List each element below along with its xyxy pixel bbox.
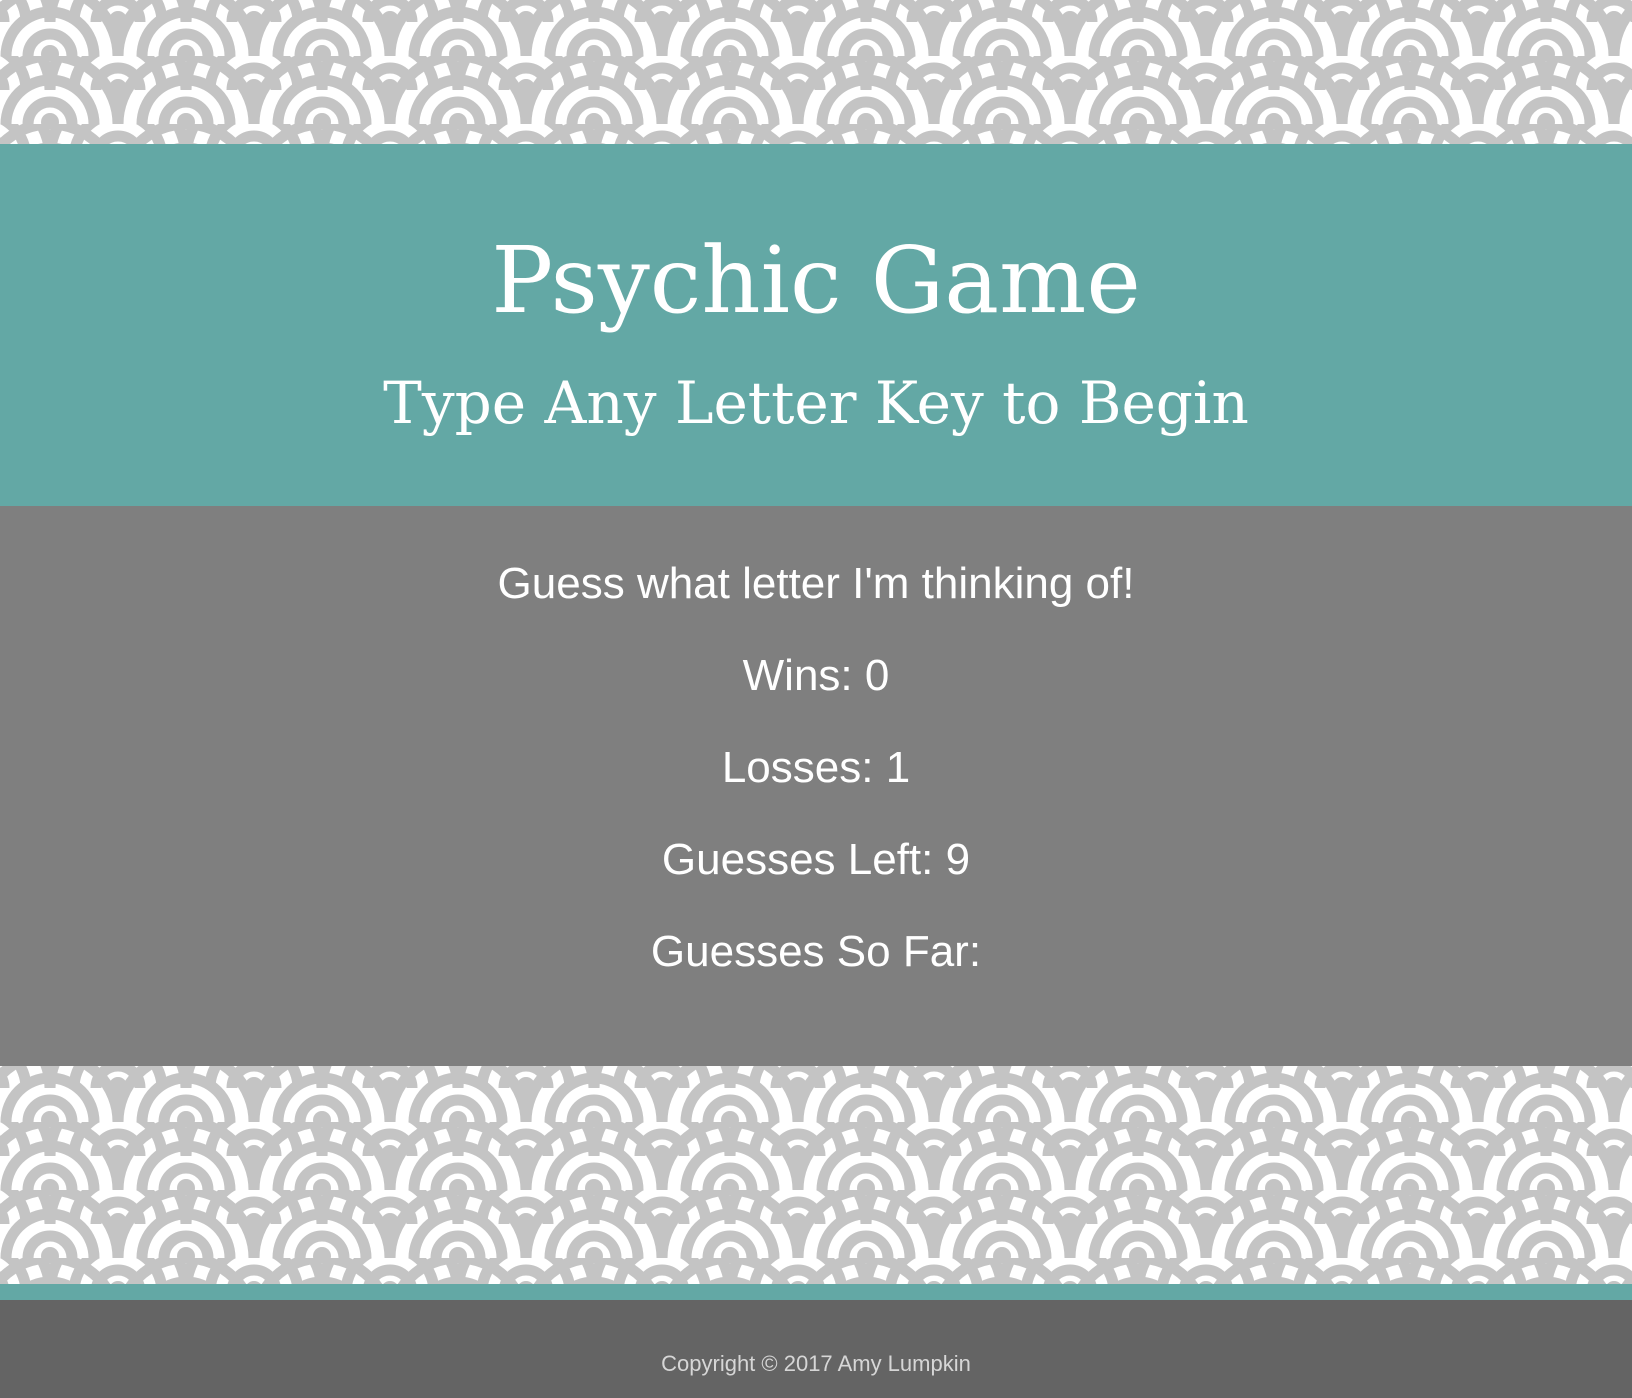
page-subtitle: Type Any Letter Key to Begin	[383, 369, 1249, 437]
teal-divider	[0, 1284, 1632, 1300]
game-panel: Guess what letter I'm thinking of! Wins:…	[0, 506, 1632, 1066]
wave-pattern-top-svg	[0, 0, 1632, 144]
header-banner: Psychic Game Type Any Letter Key to Begi…	[0, 144, 1632, 506]
footer: Copyright © 2017 Amy Lumpkin	[0, 1300, 1632, 1398]
wave-pattern-bottom-svg	[0, 1066, 1632, 1284]
game-prompt: Guess what letter I'm thinking of!	[497, 559, 1135, 608]
wave-pattern-top	[0, 0, 1632, 144]
copyright-text: Copyright © 2017 Amy Lumpkin	[661, 1351, 971, 1376]
wave-pattern-bottom	[0, 1066, 1632, 1284]
guesses-left-counter: Guesses Left: 9	[661, 835, 971, 884]
page-title: Psychic Game	[491, 227, 1141, 334]
losses-counter: Losses: 1	[721, 743, 911, 792]
guesses-so-far: Guesses So Far:	[650, 927, 982, 976]
wins-counter: Wins: 0	[742, 651, 890, 700]
